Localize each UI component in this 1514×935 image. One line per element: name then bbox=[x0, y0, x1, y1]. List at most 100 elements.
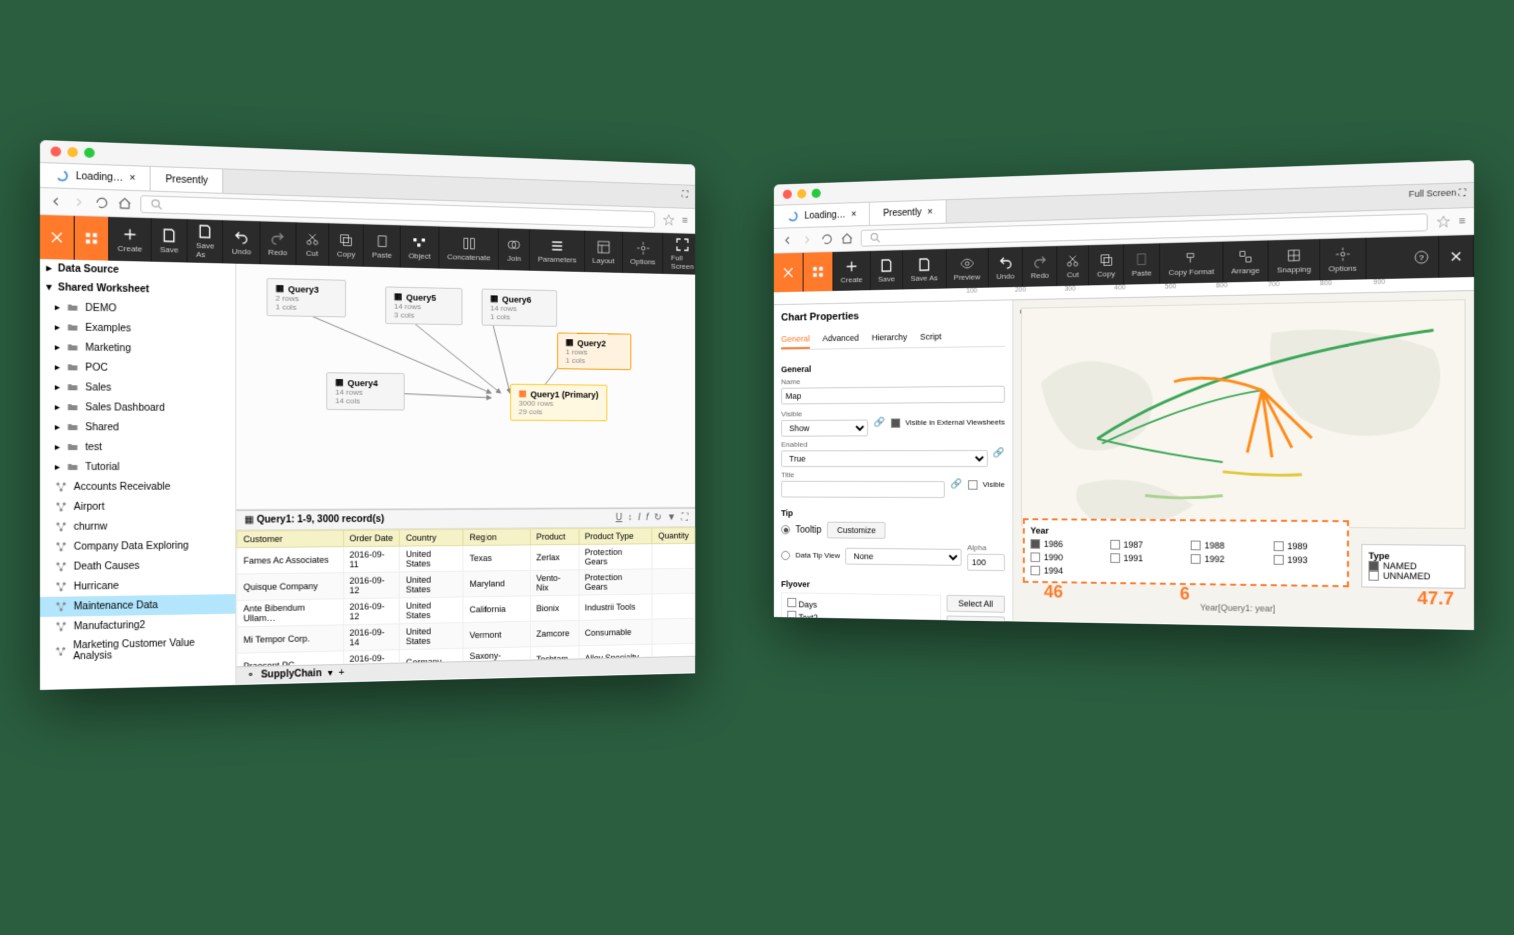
expand-icon[interactable]: ⛶ bbox=[682, 512, 688, 522]
visible-select[interactable]: Show bbox=[781, 420, 868, 437]
underline-icon[interactable]: U bbox=[616, 513, 623, 523]
browser-tab-presently[interactable]: Presently bbox=[151, 167, 223, 193]
star-icon[interactable] bbox=[1436, 215, 1451, 229]
chevron-down-icon[interactable]: ▾ bbox=[328, 668, 333, 679]
fullscreen-button[interactable]: Full Screen bbox=[664, 233, 695, 275]
minimize-icon[interactable] bbox=[797, 189, 806, 199]
browser-tab-loading[interactable]: Loading… × bbox=[40, 163, 151, 191]
object-button[interactable]: Object bbox=[401, 225, 440, 268]
year-checkbox-item[interactable]: 1989 bbox=[1273, 541, 1341, 551]
save-as-button[interactable]: Save As bbox=[188, 219, 224, 263]
sidebar-datasource[interactable]: Marketing Customer Value Analysis bbox=[40, 633, 235, 667]
join-button[interactable]: Join bbox=[499, 228, 530, 270]
sidebar-datasource[interactable]: Accounts Receivable bbox=[40, 477, 235, 497]
options-button[interactable]: Options bbox=[623, 232, 664, 274]
year-checkbox-item[interactable]: 1987 bbox=[1110, 540, 1175, 550]
logo-button[interactable] bbox=[40, 215, 75, 260]
clear-button[interactable]: Clear bbox=[947, 615, 1005, 630]
select-all-button[interactable]: Select All bbox=[947, 595, 1005, 613]
datatip-select[interactable]: None bbox=[845, 547, 961, 565]
title-visible-checkbox[interactable] bbox=[968, 480, 977, 489]
sidebar-datasource[interactable]: Airport bbox=[40, 496, 235, 517]
datatip-radio[interactable] bbox=[781, 550, 790, 559]
minimize-icon[interactable] bbox=[67, 147, 77, 157]
column-header[interactable]: Country bbox=[400, 529, 464, 546]
options-button[interactable]: Options bbox=[1320, 238, 1366, 280]
close-tab-icon[interactable]: × bbox=[851, 209, 856, 219]
home-icon[interactable] bbox=[841, 232, 854, 245]
year-checkbox-item[interactable]: 1986 bbox=[1031, 539, 1095, 549]
close-tab-icon[interactable]: × bbox=[130, 173, 136, 184]
customize-button[interactable]: Customize bbox=[827, 522, 886, 539]
close-icon[interactable] bbox=[783, 190, 792, 200]
arrange-button[interactable]: Arrange bbox=[1223, 240, 1269, 282]
refresh-icon[interactable]: ↻ bbox=[654, 513, 662, 523]
flyover-checkbox[interactable] bbox=[787, 611, 796, 620]
sidebar-folder[interactable]: ▸ Marketing bbox=[40, 337, 235, 359]
function-icon[interactable]: f bbox=[646, 513, 649, 523]
checkbox-icon[interactable] bbox=[1191, 541, 1201, 551]
checkbox-icon[interactable] bbox=[1369, 571, 1379, 581]
flyover-item[interactable]: Text2 bbox=[786, 610, 937, 626]
menu-icon[interactable]: ≡ bbox=[682, 215, 688, 226]
sidebar-folder[interactable]: ▸ test bbox=[40, 437, 235, 457]
year-checkbox-item[interactable]: 1993 bbox=[1273, 555, 1341, 566]
fullscreen-button[interactable]: Full Screen ⛶ bbox=[1400, 183, 1474, 209]
sidebar-datasource[interactable]: Company Data Exploring bbox=[40, 535, 235, 557]
menu-icon[interactable]: ≡ bbox=[1459, 215, 1466, 227]
node-query5[interactable]: ▦ Query5 14 rows 3 cols bbox=[385, 286, 462, 325]
undo-button[interactable]: Undo bbox=[224, 220, 260, 264]
type-checkbox-item[interactable]: UNNAMED bbox=[1369, 571, 1459, 582]
home-icon[interactable] bbox=[118, 196, 133, 210]
year-checkbox-item[interactable]: 1988 bbox=[1191, 541, 1257, 551]
copy-format-button[interactable]: Copy Format bbox=[1161, 242, 1224, 284]
create-button[interactable]: Create bbox=[833, 251, 870, 291]
copy-button[interactable]: Copy bbox=[329, 223, 364, 266]
query-canvas[interactable]: ▦ Query3 2 rows 1 cols ▦ Query5 14 rows … bbox=[236, 264, 695, 510]
checkbox-icon[interactable] bbox=[1191, 554, 1201, 564]
save-as-button[interactable]: Save As bbox=[903, 249, 946, 289]
year-checkbox-item[interactable]: 1994 bbox=[1031, 566, 1095, 576]
concatenate-button[interactable]: Concatenate bbox=[439, 227, 499, 270]
fullscreen-button[interactable]: ⛶ bbox=[675, 185, 695, 208]
column-header[interactable]: Order Date bbox=[343, 530, 400, 547]
sidebar-folder[interactable]: ▸ Sales bbox=[40, 377, 235, 399]
grid-button[interactable] bbox=[75, 216, 109, 261]
column-header[interactable]: Region bbox=[463, 529, 530, 546]
column-header[interactable]: Product bbox=[530, 528, 579, 544]
forward-icon[interactable] bbox=[72, 195, 87, 209]
maximize-icon[interactable] bbox=[812, 189, 821, 199]
checkbox-icon[interactable] bbox=[1031, 566, 1041, 576]
filter-icon[interactable]: ▼ bbox=[667, 512, 676, 522]
italic-icon[interactable]: I bbox=[638, 513, 641, 523]
browser-tab-presently[interactable]: Presently × bbox=[870, 200, 946, 225]
column-header[interactable]: Product Type bbox=[579, 528, 653, 544]
year-checkbox-item[interactable]: 1990 bbox=[1031, 552, 1095, 562]
link-icon[interactable]: 🔗 bbox=[950, 479, 962, 489]
grid-button[interactable] bbox=[804, 252, 834, 292]
node-query3[interactable]: ▦ Query3 2 rows 1 cols bbox=[267, 278, 346, 317]
flyover-list[interactable]: Days Text2 Text3 Text4 Number bbox=[781, 592, 941, 630]
checkbox-icon[interactable] bbox=[1031, 552, 1041, 562]
back-icon[interactable] bbox=[781, 234, 794, 247]
column-header[interactable]: Quantity bbox=[652, 528, 694, 544]
save-button[interactable]: Save bbox=[152, 218, 188, 262]
back-icon[interactable] bbox=[48, 194, 63, 208]
year-selector[interactable]: Year 19861987198819891990199119921993199… bbox=[1023, 518, 1349, 587]
paste-button[interactable]: Paste bbox=[1124, 243, 1161, 284]
node-query4[interactable]: ▦ Query4 14 rows 14 cols bbox=[326, 372, 404, 410]
browser-tab-loading[interactable]: Loading… × bbox=[774, 203, 870, 228]
tooltip-radio[interactable] bbox=[781, 525, 790, 534]
sidebar-datasource[interactable]: Death Causes bbox=[40, 555, 235, 577]
property-tab[interactable]: Advanced bbox=[823, 329, 859, 348]
close-tab-icon[interactable]: × bbox=[927, 207, 932, 217]
cut-button[interactable]: Cut bbox=[1058, 245, 1090, 286]
reload-icon[interactable] bbox=[95, 196, 110, 210]
node-query2[interactable]: ▦ Query2 1 rows 1 cols bbox=[557, 332, 631, 370]
alpha-input[interactable] bbox=[967, 554, 1005, 571]
enabled-select[interactable]: True bbox=[781, 450, 987, 467]
undo-button[interactable]: Undo bbox=[989, 247, 1023, 288]
preview-button[interactable]: Preview bbox=[946, 248, 989, 289]
sidebar-folder[interactable]: ▸ Sales Dashboard bbox=[40, 397, 235, 418]
link-icon[interactable]: 🔗 bbox=[874, 418, 885, 428]
